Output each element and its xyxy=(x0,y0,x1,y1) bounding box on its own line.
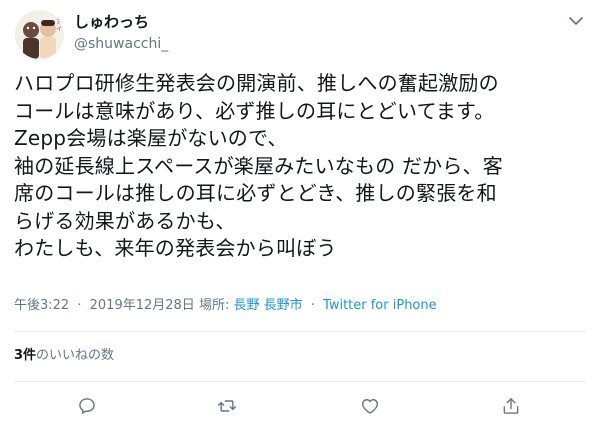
meta-separator: · xyxy=(77,298,82,313)
heart-icon[interactable] xyxy=(359,395,381,417)
display-name[interactable]: しゅわっち xyxy=(74,12,149,32)
likes-count: 3件 xyxy=(14,348,37,363)
chevron-down-icon[interactable] xyxy=(565,12,587,30)
share-icon[interactable] xyxy=(500,395,522,417)
tweet-text: ハロプロ研修生発表会の開演前、推しへの奮起激励の コールは意味があり、必ず推しの… xyxy=(14,71,503,260)
svg-text:ア: ア xyxy=(56,19,62,26)
tweet-card: ア イ しゅわっち @shuwacchi_ ハロプロ研修生発表会の開演前、推しへ… xyxy=(0,0,598,430)
likes-label: のいいねの数 xyxy=(36,348,115,363)
avatar-image: ア イ xyxy=(15,10,64,59)
location-link[interactable]: 長野 長野市 xyxy=(233,298,302,313)
svg-text:イ: イ xyxy=(56,26,62,33)
source-link[interactable]: Twitter for iPhone xyxy=(323,298,437,313)
reply-icon[interactable] xyxy=(76,395,98,417)
avatar[interactable]: ア イ xyxy=(15,10,64,59)
screen-name[interactable]: @shuwacchi_ xyxy=(74,35,168,53)
tweet-date[interactable]: 2019年12月28日 xyxy=(90,298,195,313)
tweet-meta: 午後3:22 · 2019年12月28日 場所: 長野 長野市 · Twitte… xyxy=(14,296,437,316)
likes-row[interactable]: 3件のいいねの数 xyxy=(14,346,114,366)
divider-bottom xyxy=(14,381,586,382)
retweet-icon[interactable] xyxy=(216,395,238,417)
location-label: 場所: xyxy=(198,298,230,313)
divider-top xyxy=(14,331,586,332)
tweet-time[interactable]: 午後3:22 xyxy=(14,298,69,313)
meta-separator-2: · xyxy=(310,298,315,313)
